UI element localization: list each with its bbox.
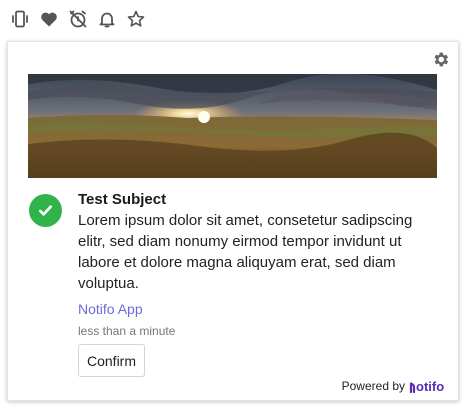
gear-icon[interactable] [431, 50, 450, 69]
star-icon[interactable] [126, 9, 146, 29]
notification-time: less than a minute [78, 324, 176, 338]
notification-subject: Test Subject [78, 191, 167, 208]
confirm-button[interactable]: Confirm [78, 344, 146, 377]
notification-content: Test Subject Lorem ipsum dolor sit amet,… [78, 190, 442, 377]
toolbar [10, 6, 146, 32]
heart-icon[interactable] [39, 9, 59, 29]
alarm-off-icon[interactable] [68, 9, 88, 29]
mobile-vibrate-icon[interactable] [10, 9, 30, 29]
powered-by-label: Powered by [341, 379, 405, 393]
powered-by: Powered by otifo [342, 378, 451, 394]
notifo-logo[interactable]: otifo [409, 378, 451, 394]
success-check-icon [29, 194, 62, 227]
app-link[interactable]: Notifo App [78, 300, 442, 318]
bell-icon[interactable] [97, 9, 117, 29]
notification-body: Lorem ipsum dolor sit amet, consetetur s… [78, 212, 413, 292]
notification-card: Test Subject Lorem ipsum dolor sit amet,… [7, 41, 459, 401]
notification-image [28, 74, 437, 178]
svg-text:otifo: otifo [416, 379, 444, 394]
